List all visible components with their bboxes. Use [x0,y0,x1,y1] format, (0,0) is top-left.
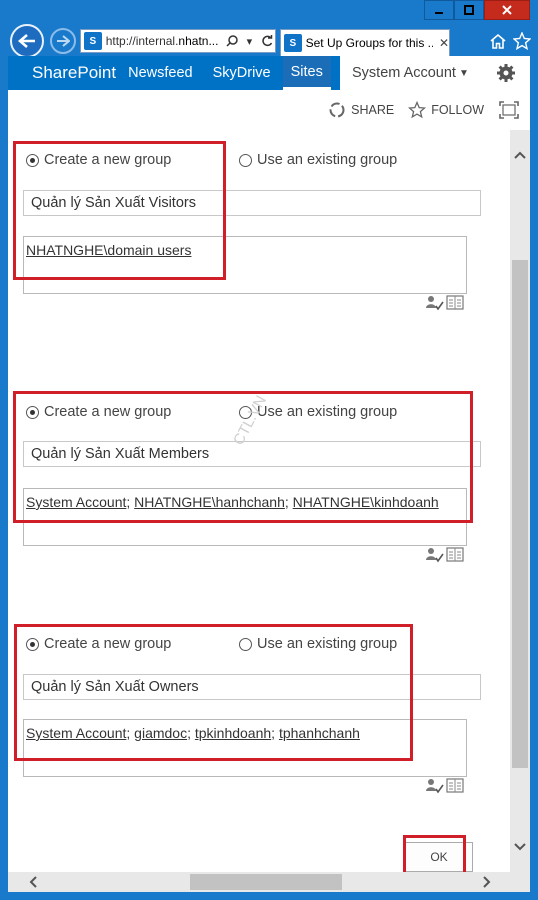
star-icon [408,101,427,119]
horizontal-scrollbar[interactable] [8,872,510,892]
highlight-box [14,624,413,761]
scrollbar-corner [510,872,530,892]
browse-directory-icon[interactable] [445,777,465,795]
account-menu[interactable]: System Account [352,65,456,81]
use-existing-group-radio[interactable] [239,153,252,167]
address-url: http://internal.nhatn... [106,34,222,48]
people-picker-tools [425,777,465,795]
nav-newsfeed[interactable]: Newsfeed [128,65,192,81]
highlight-box [13,141,226,280]
scroll-right-icon[interactable] [480,875,494,889]
minimize-icon [435,12,443,14]
maximize-icon [464,5,474,15]
browse-directory-icon[interactable] [445,546,465,564]
back-button[interactable] [10,24,44,58]
main-content: Create a new group Use an existing group… [8,130,510,872]
close-icon [502,5,512,15]
browser-tab[interactable]: S Set Up Groups for this ... ✕ [280,29,450,56]
nav-sites[interactable]: Sites [282,56,331,90]
focus-on-content-icon[interactable] [498,100,520,120]
highlight-box [403,835,466,872]
vertical-scrollbar[interactable] [510,130,530,872]
suite-bar: SharePoint Newsfeed SkyDrive Sites Syste… [8,56,530,90]
check-names-icon[interactable] [425,777,445,795]
people-picker-tools [425,294,465,312]
highlight-box [13,391,473,523]
refresh-icon[interactable] [259,33,275,49]
maximize-button[interactable] [454,0,484,20]
url-host: nhatn... [178,34,219,48]
nav-skydrive[interactable]: SkyDrive [213,65,271,81]
tab-title: Set Up Groups for this ... [305,36,433,50]
dropdown-arrow-icon[interactable]: ▾ [242,33,258,49]
use-existing-group-option[interactable]: Use an existing group [239,152,397,168]
sharepoint-tab-icon: S [284,34,302,52]
sharepoint-brand[interactable]: SharePoint [32,63,116,83]
forward-arrow-icon [57,35,70,47]
horizontal-scroll-thumb[interactable] [190,874,342,890]
scroll-up-icon[interactable] [513,148,527,162]
gear-icon[interactable] [496,63,516,83]
check-names-icon[interactable] [425,546,445,564]
close-window-button[interactable] [484,0,530,20]
follow-button[interactable]: FOLLOW [408,101,484,119]
forward-button[interactable] [50,28,76,54]
window-controls [424,0,530,20]
home-icon[interactable] [488,31,508,51]
favorites-star-icon[interactable] [512,31,532,51]
browse-directory-icon[interactable] [445,294,465,312]
browser-chrome: S http://internal.nhatn... ▾ S Set Up Gr… [0,0,538,58]
account-area: System Account ▼ [340,56,530,90]
address-bar[interactable]: S http://internal.nhatn... ▾ [80,29,276,53]
share-icon [329,102,345,118]
people-picker-tools [425,546,465,564]
vertical-scroll-thumb[interactable] [512,260,528,768]
follow-label: FOLLOW [431,103,484,117]
search-icon[interactable] [224,33,240,49]
close-tab-icon[interactable]: ✕ [439,36,449,50]
scroll-left-icon[interactable] [26,875,40,889]
share-label: SHARE [351,103,395,117]
url-prefix: http://internal. [105,34,179,48]
sharepoint-favicon-icon: S [84,32,102,50]
back-arrow-icon [18,34,35,48]
use-existing-group-label: Use an existing group [257,152,398,168]
account-caret-icon: ▼ [458,67,469,79]
share-button[interactable]: SHARE [328,101,394,119]
scroll-down-icon[interactable] [513,840,527,854]
ribbon: SHARE FOLLOW [8,90,530,130]
check-names-icon[interactable] [425,294,445,312]
minimize-button[interactable] [424,0,454,20]
